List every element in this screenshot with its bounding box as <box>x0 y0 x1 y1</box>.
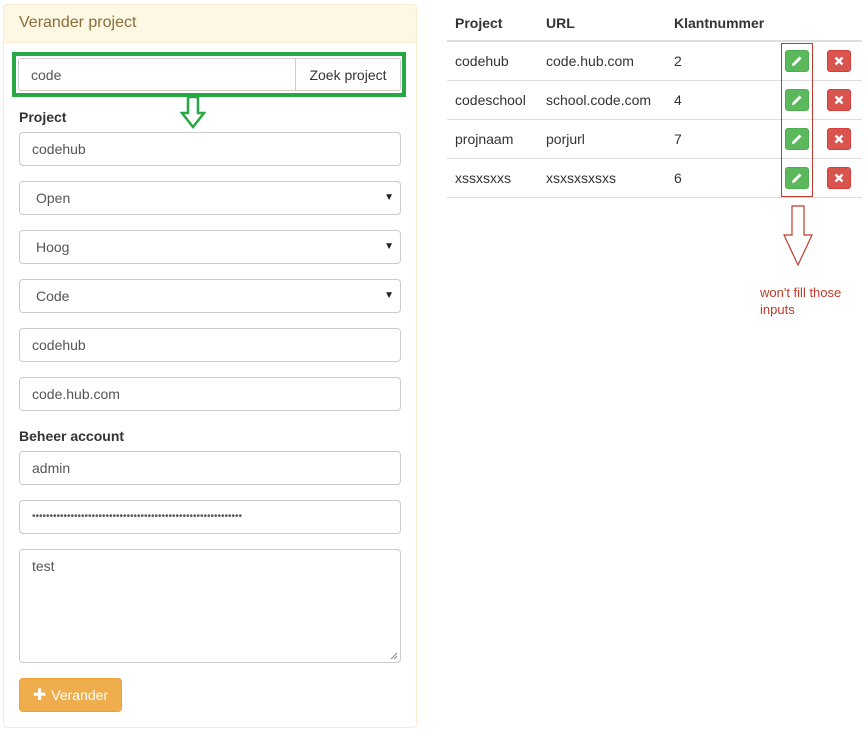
project-name-input[interactable]: codehub <box>19 132 401 166</box>
username-input[interactable]: admin <box>19 451 401 485</box>
notes-text: test <box>32 558 55 574</box>
annotation-note: won't fill those inputs <box>760 285 842 317</box>
close-icon <box>834 56 844 66</box>
cell-project: codeschool <box>455 92 526 108</box>
priority-select[interactable]: Hoog ▼ <box>19 230 401 264</box>
resize-grip-icon[interactable] <box>390 652 398 660</box>
notes-textarea[interactable]: test <box>19 549 401 663</box>
cell-url: code.hub.com <box>546 53 634 69</box>
plus-icon: ✚ <box>32 687 47 704</box>
search-input[interactable] <box>19 59 295 90</box>
table-header: Project URL Klantnummer <box>447 8 862 42</box>
caret-down-icon: ▼ <box>384 290 394 301</box>
cell-klantnummer: 2 <box>674 53 682 69</box>
cell-project: projnaam <box>455 131 514 147</box>
status-select-value: Open <box>36 190 71 206</box>
header-project: Project <box>455 15 503 31</box>
url-input[interactable]: code.hub.com <box>19 377 401 411</box>
cell-klantnummer: 4 <box>674 92 682 108</box>
submit-button-label: Verander <box>51 687 109 703</box>
cell-project: codehub <box>455 53 509 69</box>
delete-button[interactable] <box>827 50 851 72</box>
caret-down-icon: ▼ <box>384 192 394 203</box>
close-icon <box>834 134 844 144</box>
delete-button[interactable] <box>827 89 851 111</box>
close-icon <box>834 173 844 183</box>
password-input[interactable]: ••••••••••••••••••••••••••••••••••••••••… <box>19 500 401 534</box>
caret-down-icon: ▼ <box>384 241 394 252</box>
cell-klantnummer: 6 <box>674 170 682 186</box>
type-select-value: Code <box>36 288 70 304</box>
edit-buttons-highlight-box <box>781 43 813 197</box>
cell-url: school.code.com <box>546 92 652 108</box>
project-section-label: Project <box>19 109 67 125</box>
panel-title: Verander project <box>4 5 416 43</box>
down-arrow-icon <box>180 95 206 129</box>
cell-klantnummer: 7 <box>674 131 682 147</box>
submit-button[interactable]: ✚ Verander <box>19 678 122 712</box>
close-icon <box>834 95 844 105</box>
cell-project: xssxsxxs <box>455 170 511 186</box>
search-group: Zoek project <box>18 58 401 91</box>
project-field-input[interactable]: codehub <box>19 328 401 362</box>
cell-url: porjurl <box>546 131 585 147</box>
status-select[interactable]: Open ▼ <box>19 181 401 215</box>
delete-button[interactable] <box>827 167 851 189</box>
type-select[interactable]: Code ▼ <box>19 279 401 313</box>
header-klantnummer: Klantnummer <box>674 15 765 31</box>
account-section-label: Beheer account <box>19 428 125 444</box>
header-url: URL <box>546 15 575 31</box>
cell-url: xsxsxsxsxs <box>546 170 616 186</box>
delete-button[interactable] <box>827 128 851 150</box>
down-arrow-icon <box>783 205 813 267</box>
search-project-button[interactable]: Zoek project <box>295 59 400 90</box>
priority-select-value: Hoog <box>36 239 70 255</box>
